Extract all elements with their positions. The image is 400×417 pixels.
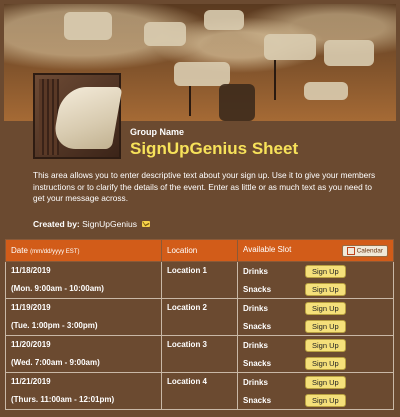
email-icon[interactable] xyxy=(142,221,151,227)
chair xyxy=(264,34,316,60)
date-format-note: (mm/dd/yyyy EST) xyxy=(30,249,80,255)
book-image xyxy=(33,73,123,159)
slot-item: Drinks Sign Up xyxy=(238,336,393,354)
date-cell: 11/20/2019 (Wed. 7:00am - 9:00am) xyxy=(5,335,162,373)
slot-item: Drinks Sign Up xyxy=(238,373,393,391)
slot-item: Snacks Sign Up xyxy=(238,391,393,409)
sign-up-button[interactable]: Sign Up xyxy=(305,264,346,278)
sign-up-button[interactable]: Sign Up xyxy=(305,319,346,333)
column-header-location: Location xyxy=(161,239,238,262)
slot-cell: Drinks Sign Up Snacks Sign Up xyxy=(237,335,394,373)
created-by-label: Created by: xyxy=(33,219,80,229)
chair xyxy=(204,10,244,30)
sheet-description: This area allows you to enter descriptiv… xyxy=(33,170,376,203)
sign-up-button[interactable]: Sign Up xyxy=(305,301,346,315)
sign-up-button[interactable]: Sign Up xyxy=(305,375,346,389)
slot-item: Drinks Sign Up xyxy=(238,262,393,280)
slot-item: Snacks Sign Up xyxy=(238,354,393,372)
chair xyxy=(144,22,186,46)
sign-up-button[interactable]: Sign Up xyxy=(305,338,346,352)
calendar-button[interactable]: Calendar xyxy=(341,244,388,257)
table-row: 11/19/2019 (Tue. 1:00pm - 3:00pm) Locati… xyxy=(5,298,394,336)
location-cell: Location 2 xyxy=(161,298,238,336)
chair xyxy=(324,40,374,66)
slot-cell: Drinks Sign Up Snacks Sign Up xyxy=(237,261,394,299)
sign-up-button[interactable]: Sign Up xyxy=(305,282,346,296)
sign-up-button[interactable]: Sign Up xyxy=(305,393,346,407)
chair xyxy=(174,62,230,86)
column-header-date: Date (mm/dd/yyyy EST) xyxy=(5,239,162,262)
sign-up-button[interactable]: Sign Up xyxy=(305,356,346,370)
table-row: 11/20/2019 (Wed. 7:00am - 9:00am) Locati… xyxy=(5,335,394,373)
date-cell: 11/19/2019 (Tue. 1:00pm - 3:00pm) xyxy=(5,298,162,336)
column-header-slot: Available Slot Calendar xyxy=(237,239,394,262)
slot-item: Snacks Sign Up xyxy=(238,280,393,298)
location-cell: Location 4 xyxy=(161,372,238,410)
chair xyxy=(304,82,348,100)
date-cell: 11/21/2019 (Thurs. 11:00am - 12:01pm) xyxy=(5,372,162,410)
created-by: Created by: SignUpGenius xyxy=(33,219,151,229)
group-name: Group Name xyxy=(130,127,185,137)
chair xyxy=(219,84,255,121)
slot-cell: Drinks Sign Up Snacks Sign Up xyxy=(237,298,394,336)
table-row: 11/21/2019 (Thurs. 11:00am - 12:01pm) Lo… xyxy=(5,372,394,410)
date-cell: 11/18/2019 (Mon. 9:00am - 10:00am) xyxy=(5,261,162,299)
slot-cell: Drinks Sign Up Snacks Sign Up xyxy=(237,372,394,410)
created-by-value: SignUpGenius xyxy=(82,219,137,229)
table-row: 11/18/2019 (Mon. 9:00am - 10:00am) Locat… xyxy=(5,261,394,299)
slot-item: Snacks Sign Up xyxy=(238,317,393,335)
location-cell: Location 3 xyxy=(161,335,238,373)
slot-item: Drinks Sign Up xyxy=(238,299,393,317)
calendar-icon xyxy=(346,246,355,255)
signup-table: Date (mm/dd/yyyy EST) Location Available… xyxy=(5,239,394,410)
location-cell: Location 1 xyxy=(161,261,238,299)
page-title: SignUpGenius Sheet xyxy=(130,139,299,158)
chair xyxy=(64,12,112,40)
